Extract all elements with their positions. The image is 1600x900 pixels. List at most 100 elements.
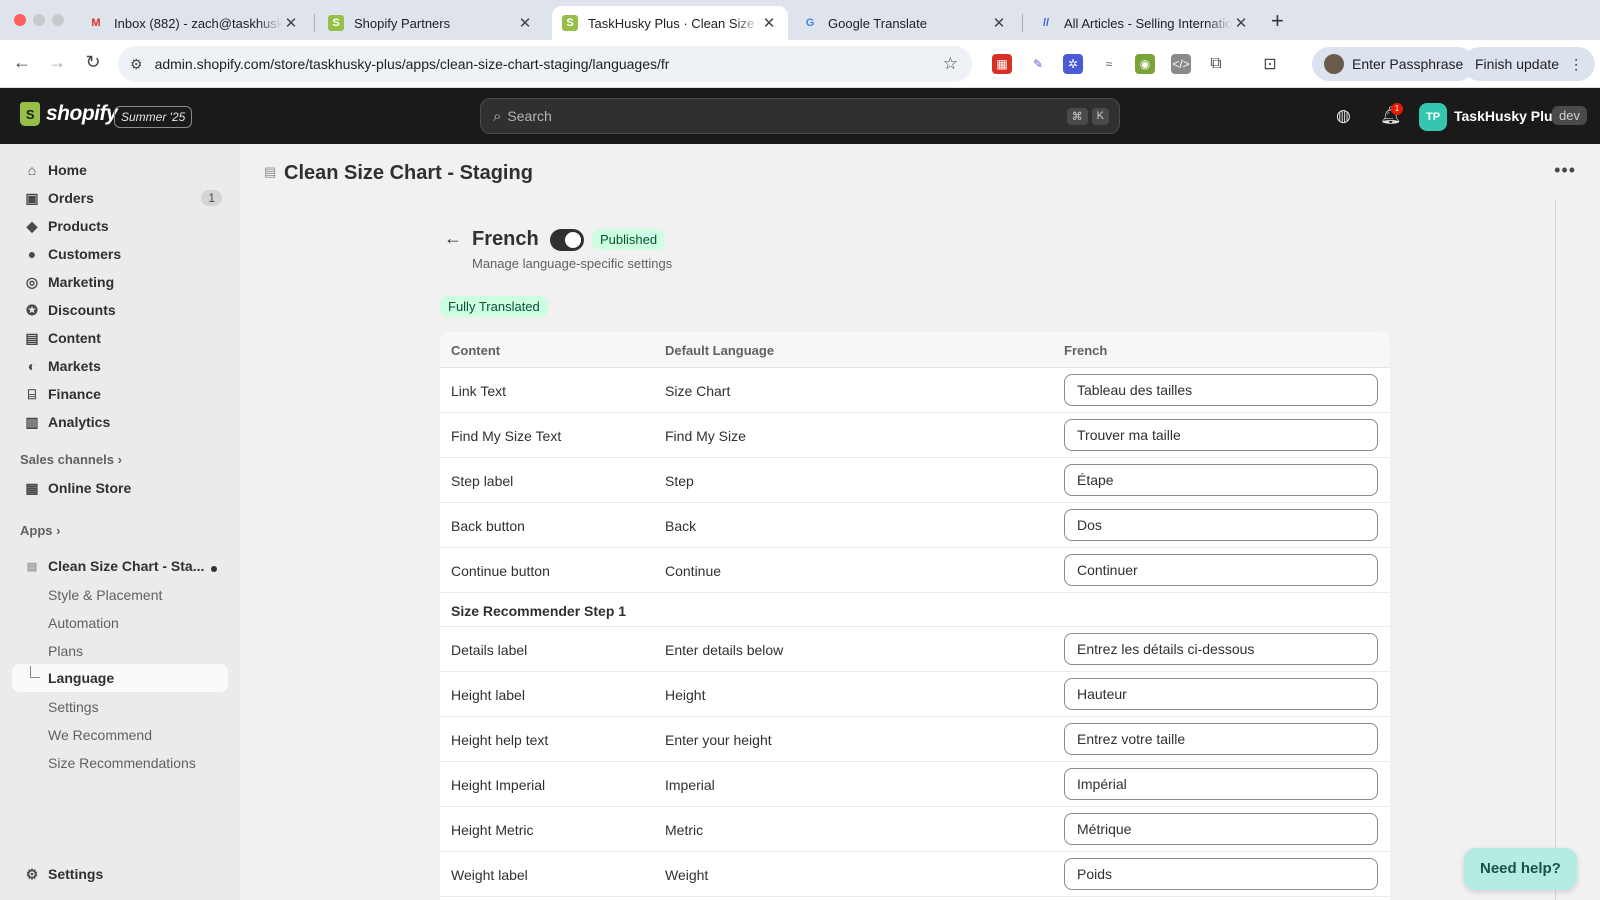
browser-tab-gmail[interactable]: M Inbox (882) - zach@taskhusky.com ✕ [78, 6, 310, 40]
section-heading: Size Recommender Step 1 [451, 603, 627, 619]
browser-toolbar: ← → ↻ ⚙ admin.shopify.com/store/taskhusk… [0, 40, 1600, 114]
gear-extension-icon[interactable]: ✲ [1063, 54, 1083, 74]
chevron-right-icon: › [56, 523, 61, 538]
table-row: Height help text Enter your height [440, 717, 1390, 762]
reload-icon[interactable]: ↻ [81, 52, 105, 73]
close-tab-icon[interactable]: ✕ [516, 14, 534, 32]
chevron-right-icon: › [117, 452, 122, 467]
bookmark-star-icon[interactable]: ☆ [943, 54, 958, 74]
sidebar-item-customers[interactable]: ● Customers [12, 240, 228, 268]
code-extension-icon[interactable]: </> [1171, 54, 1191, 74]
env-badge: dev [1552, 106, 1587, 125]
apps-heading[interactable]: Apps › [20, 523, 60, 538]
sidebar-item-settings[interactable]: ⚙ Settings [12, 860, 228, 888]
edition-badge[interactable]: Summer '25 [114, 106, 193, 128]
table-row: Link Text Size Chart [440, 368, 1390, 413]
sidebar-item-app[interactable]: ▤ Clean Size Chart - Sta... [12, 552, 228, 580]
app-page-header: ▤ Clean Size Chart - Staging ••• [240, 144, 1600, 200]
publish-toggle[interactable] [550, 229, 584, 251]
marketing-icon: ◎ [25, 273, 39, 290]
address-bar[interactable]: ⚙ admin.shopify.com/store/taskhusky-plus… [118, 46, 972, 82]
sidebar-item-home[interactable]: ⌂ Home [12, 156, 228, 184]
translation-input[interactable] [1064, 509, 1378, 541]
sidebar-subitem-style-placement[interactable]: Style & Placement [48, 587, 162, 603]
table-row: Step label Step [440, 458, 1390, 503]
store-name[interactable]: TaskHusky Plus [1454, 108, 1560, 124]
site-settings-icon[interactable]: ⚙ [130, 56, 143, 73]
translation-input[interactable] [1064, 554, 1378, 586]
sidekick-icon[interactable]: ◍ [1336, 106, 1351, 126]
table-row: Height label Height [440, 672, 1390, 717]
translation-input[interactable] [1064, 633, 1378, 665]
translation-input[interactable] [1064, 723, 1378, 755]
close-tab-icon[interactable]: ✕ [1232, 14, 1250, 32]
finish-update-button[interactable]: Finish update ⋮ [1463, 47, 1596, 81]
close-window-button[interactable] [14, 14, 26, 26]
sidebar-item-products[interactable]: ◆ Products [12, 212, 228, 240]
glasses-extension-icon[interactable]: ◉ [1135, 54, 1155, 74]
sidebar-item-analytics[interactable]: ▥ Analytics [12, 408, 228, 436]
sidebar-item-marketing[interactable]: ◎ Marketing [12, 268, 228, 296]
browser-tab-google-translate[interactable]: G Google Translate ✕ [792, 6, 1018, 40]
back-arrow-icon[interactable]: ← [444, 228, 462, 249]
sidebar-subitem-plans[interactable]: Plans [48, 643, 83, 659]
translation-input[interactable] [1064, 678, 1378, 710]
close-tab-icon[interactable]: ✕ [990, 14, 1008, 32]
translation-input[interactable] [1064, 768, 1378, 800]
browser-tab-shopify-partners[interactable]: S Shopify Partners ✕ [318, 6, 544, 40]
feather-extension-icon[interactable]: ✎ [1028, 54, 1048, 74]
translation-input[interactable] [1064, 858, 1378, 890]
sidebar-subitem-automation[interactable]: Automation [48, 615, 119, 631]
global-search-input[interactable]: ⌕ Search ⌘ K [480, 98, 1120, 134]
sidebar-item-online-store[interactable]: ▦ Online Store [12, 474, 228, 502]
sidebar-item-content[interactable]: ▤ Content [12, 324, 228, 352]
gear-icon: ⚙ [25, 865, 39, 882]
forward-arrow-icon[interactable]: → [45, 52, 69, 73]
sidebar-subitem-language[interactable]: Language [12, 664, 228, 692]
url-text[interactable]: admin.shopify.com/store/taskhusky-plus/a… [155, 56, 943, 72]
tab-divider [314, 14, 315, 32]
sidebar-item-orders[interactable]: ▣ Orders 1 [12, 184, 228, 212]
translation-input[interactable] [1064, 813, 1378, 845]
markets-icon: ◐ [27, 358, 37, 374]
browser-tab-taskhusky-active[interactable]: S TaskHusky Plus · Clean Size Chart ✕ [552, 6, 788, 40]
close-tab-icon[interactable]: ✕ [282, 14, 300, 32]
sales-channels-heading[interactable]: Sales channels › [20, 452, 122, 467]
table-row: Find My Size Text Find My Size [440, 413, 1390, 458]
translation-input[interactable] [1064, 464, 1378, 496]
column-header-default: Default Language [665, 343, 775, 358]
sidebar-item-markets[interactable]: ◐ Markets [12, 352, 228, 380]
app-active-dot [211, 566, 217, 572]
translation-status-badge: Fully Translated [440, 296, 548, 317]
table-row: Weight label Weight [440, 852, 1390, 897]
need-help-button[interactable]: Need help? [1464, 848, 1577, 890]
sidebar-subitem-we-recommend[interactable]: We Recommend [48, 727, 152, 743]
shopify-logo[interactable]: S shopify [20, 102, 118, 126]
browser-tab-articles[interactable]: // All Articles - Selling International … [1028, 6, 1260, 40]
enter-passphrase-button[interactable]: Enter Passphrase [1312, 47, 1476, 81]
more-actions-icon[interactable]: ••• [1554, 160, 1576, 181]
maximize-window-button[interactable] [52, 14, 64, 26]
sidebar-subitem-settings[interactable]: Settings [48, 699, 99, 715]
sidebar-subitem-size-recommendations[interactable]: Size Recommendations [48, 755, 196, 771]
tab-search-icon[interactable]: ⊡ [1260, 54, 1280, 74]
translation-table: Content Default Language French Link Tex… [440, 332, 1390, 900]
shortcut-key: K [1091, 107, 1109, 125]
sidebar-item-discounts[interactable]: ✪ Discounts [12, 296, 228, 324]
puzzle-extensions-icon[interactable]: ⧉ [1206, 54, 1226, 74]
table-section-row: Size Recommender Step 1 [440, 593, 1390, 627]
tree-elbow [30, 666, 40, 678]
new-tab-icon[interactable]: + [1271, 8, 1284, 34]
sync-extension-icon[interactable]: ≈ [1099, 54, 1119, 74]
store-avatar[interactable]: TP [1419, 103, 1447, 131]
table-row: Height Metric Metric [440, 807, 1390, 852]
close-tab-icon[interactable]: ✕ [760, 14, 778, 32]
calendar-extension-icon[interactable]: ▦ [992, 54, 1012, 74]
shopify-topbar: S shopify Summer '25 ⌕ Search ⌘ K ◍ 🔔︎ [0, 88, 1600, 144]
translation-input[interactable] [1064, 374, 1378, 406]
minimize-window-button[interactable] [33, 14, 45, 26]
back-arrow-icon[interactable]: ← [10, 52, 34, 73]
table-header: Content Default Language French [440, 332, 1390, 368]
translation-input[interactable] [1064, 419, 1378, 451]
sidebar-item-finance[interactable]: ⌸ Finance [12, 380, 228, 408]
